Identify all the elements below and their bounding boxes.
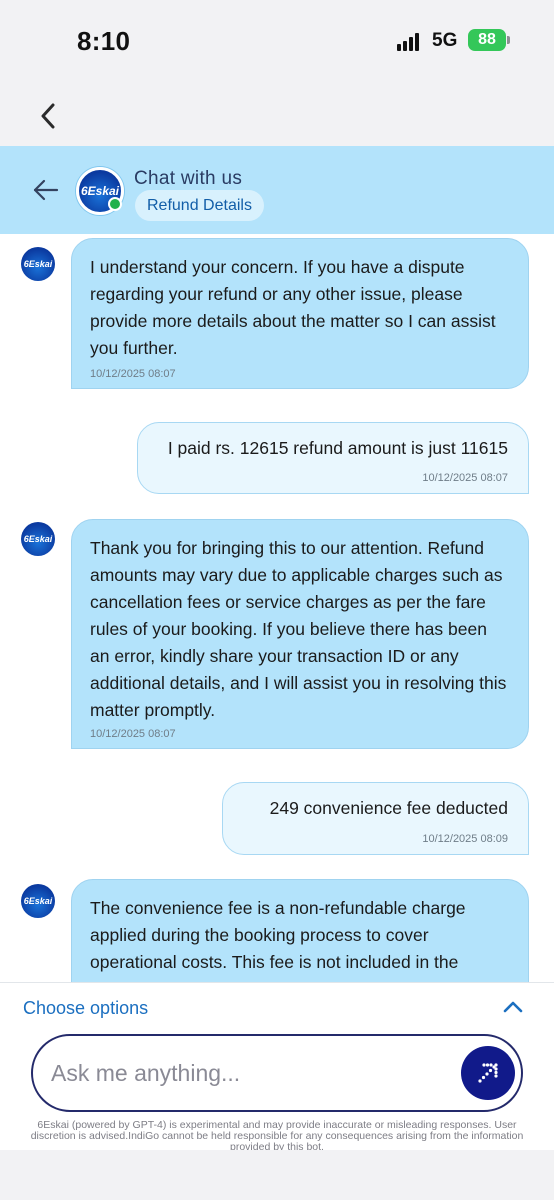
bot-avatar: 6Eskai [21, 247, 55, 281]
bot-logo-text: 6Eskai [23, 259, 53, 269]
chat-header: 6Eskai Chat with us Refund Details [0, 146, 554, 234]
choose-options-label[interactable]: Choose options [23, 998, 148, 1019]
send-button[interactable] [461, 1046, 515, 1100]
bot-avatar: 6Eskai [21, 522, 55, 556]
network-label: 5G [432, 30, 458, 51]
bot-avatar: 6Eskai [21, 884, 55, 918]
nav-bar [0, 80, 554, 146]
message-text: Thank you for bringing this to our atten… [90, 538, 507, 720]
message-timestamp: 10/12/2025 08:07 [90, 728, 176, 740]
message-text: The convenience fee is a non-refundable … [90, 898, 466, 972]
bot-message: I understand your concern. If you have a… [71, 238, 529, 389]
status-bar: 8:10 5G 88 [0, 0, 554, 80]
message-composer [0, 1028, 554, 1120]
chevron-up-icon[interactable] [502, 1000, 524, 1014]
online-status-dot [108, 197, 122, 211]
message-timestamp: 10/12/2025 08:09 [422, 833, 508, 845]
message-text: I understand your concern. If you have a… [90, 257, 496, 358]
message-timestamp: 10/12/2025 08:07 [422, 472, 508, 484]
bot-logo-text: 6Eskai [23, 534, 53, 544]
topic-badge: Refund Details [135, 190, 264, 221]
battery-tip [507, 36, 510, 44]
disclaimer-text: 6Eskai (powered by GPT-4) is experimenta… [30, 1119, 524, 1153]
send-arrow-icon [478, 1063, 498, 1083]
message-input-container[interactable] [31, 1034, 523, 1112]
battery-icon: 88 [468, 29, 506, 51]
user-message: 249 convenience fee deducted 10/12/2025 … [222, 782, 529, 855]
user-message: I paid rs. 12615 refund amount is just 1… [137, 422, 529, 494]
signal-icon [397, 33, 421, 51]
chat-title: Chat with us [134, 168, 243, 189]
home-indicator-area [0, 1150, 554, 1200]
bot-message: Thank you for bringing this to our atten… [71, 519, 529, 749]
bot-message: The convenience fee is a non-refundable … [71, 879, 529, 982]
message-input[interactable] [51, 1056, 431, 1090]
message-timestamp: 10/12/2025 08:07 [90, 368, 176, 380]
status-time: 8:10 [77, 26, 131, 56]
bot-logo-text: 6Eskai [80, 184, 120, 198]
battery-level: 88 [478, 31, 496, 48]
chat-message-list[interactable]: 6Eskai I understand your concern. If you… [0, 234, 554, 982]
bot-logo-text: 6Eskai [23, 896, 53, 906]
arrow-left-icon[interactable] [32, 178, 60, 202]
chevron-left-icon[interactable] [36, 101, 60, 131]
message-text: I paid rs. 12615 refund amount is just 1… [167, 438, 508, 458]
choose-options-bar[interactable]: Choose options [0, 982, 554, 1028]
message-text: 249 convenience fee deducted [269, 798, 508, 818]
